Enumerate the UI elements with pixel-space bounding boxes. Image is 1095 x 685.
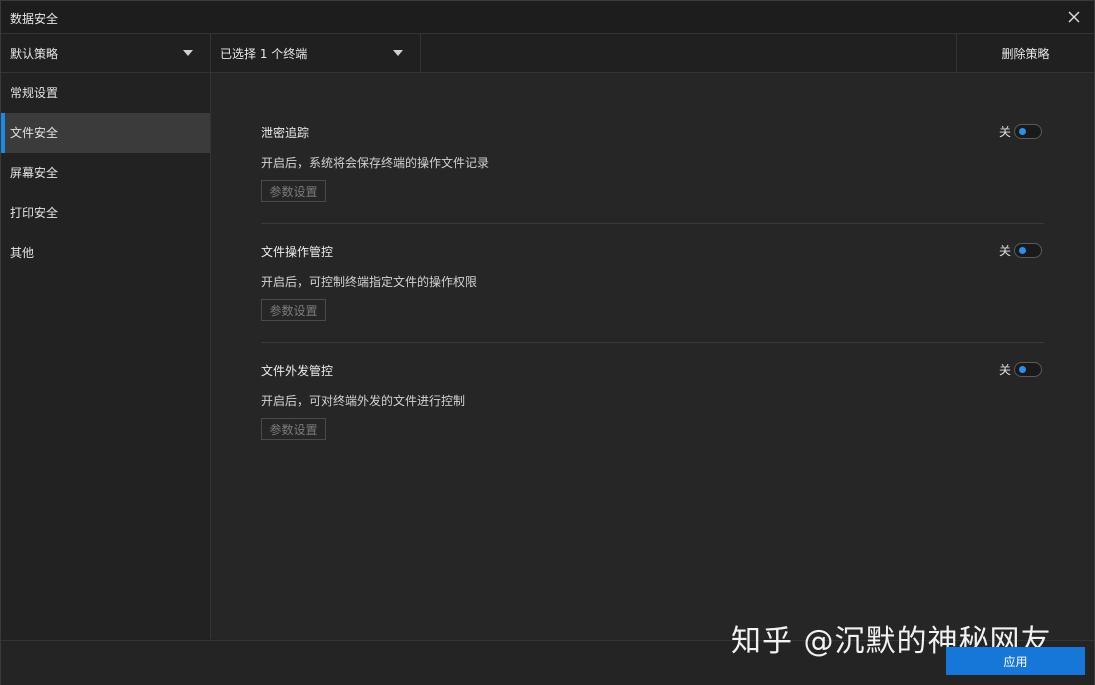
delete-policy-button[interactable]: 删除策略	[956, 34, 1094, 72]
toolbar: 默认策略 已选择 1 个终端 删除策略	[1, 34, 1094, 73]
sidebar-item-file-security[interactable]: 文件安全	[1, 113, 210, 153]
sidebar-item-print-security[interactable]: 打印安全	[1, 193, 210, 233]
chevron-down-icon	[393, 50, 403, 56]
toggle-knob	[1019, 366, 1026, 373]
sidebar-item-screen-security[interactable]: 屏幕安全	[1, 153, 210, 193]
toggle-state-label: 关	[998, 125, 1011, 139]
file-outgoing-toggle[interactable]	[1014, 362, 1042, 377]
data-security-window: 数据安全 默认策略 已选择 1 个终端 删除策略 常规设置 文件安全 屏幕安全 …	[0, 0, 1095, 685]
section-description: 开启后，可对终端外发的文件进行控制	[261, 394, 466, 408]
sidebar-item-general[interactable]: 常规设置	[1, 73, 210, 113]
section-title: 文件操作管控	[261, 245, 334, 259]
leak-tracking-toggle-group: 关	[999, 123, 1042, 140]
policy-dropdown-value: 默认策略	[10, 46, 59, 61]
settings-panel: 泄密追踪 关 开启后，系统将会保存终端的操作文件记录 参数设置 文件操作管控 关…	[211, 73, 1094, 639]
file-outgoing-toggle-group: 关	[999, 361, 1042, 378]
close-icon	[1068, 11, 1080, 23]
file-operation-toggle[interactable]	[1014, 243, 1042, 258]
toggle-knob	[1019, 128, 1026, 135]
param-settings-button[interactable]: 参数设置	[261, 299, 326, 321]
file-operation-toggle-group: 关	[999, 242, 1042, 259]
terminal-dropdown[interactable]: 已选择 1 个终端	[211, 34, 421, 72]
terminal-dropdown-value: 已选择 1 个终端	[220, 46, 308, 61]
section-description: 开启后，系统将会保存终端的操作文件记录	[261, 156, 490, 170]
window-title: 数据安全	[10, 12, 59, 26]
divider	[261, 223, 1044, 224]
section-description: 开启后，可控制终端指定文件的操作权限	[261, 275, 478, 289]
param-settings-button[interactable]: 参数设置	[261, 180, 326, 202]
sidebar: 常规设置 文件安全 屏幕安全 打印安全 其他	[1, 73, 211, 639]
apply-button[interactable]: 应用	[946, 647, 1085, 675]
toggle-state-label: 关	[998, 244, 1011, 258]
param-settings-button[interactable]: 参数设置	[261, 418, 326, 440]
toggle-state-label: 关	[998, 363, 1011, 377]
section-title: 文件外发管控	[261, 364, 334, 378]
sidebar-item-other[interactable]: 其他	[1, 233, 210, 273]
divider	[261, 342, 1044, 343]
policy-dropdown[interactable]: 默认策略	[1, 34, 211, 72]
toggle-knob	[1019, 247, 1026, 254]
leak-tracking-toggle[interactable]	[1014, 124, 1042, 139]
section-title: 泄密追踪	[261, 126, 310, 140]
close-button[interactable]	[1062, 5, 1086, 29]
title-bar: 数据安全	[1, 1, 1094, 34]
chevron-down-icon	[183, 50, 193, 56]
